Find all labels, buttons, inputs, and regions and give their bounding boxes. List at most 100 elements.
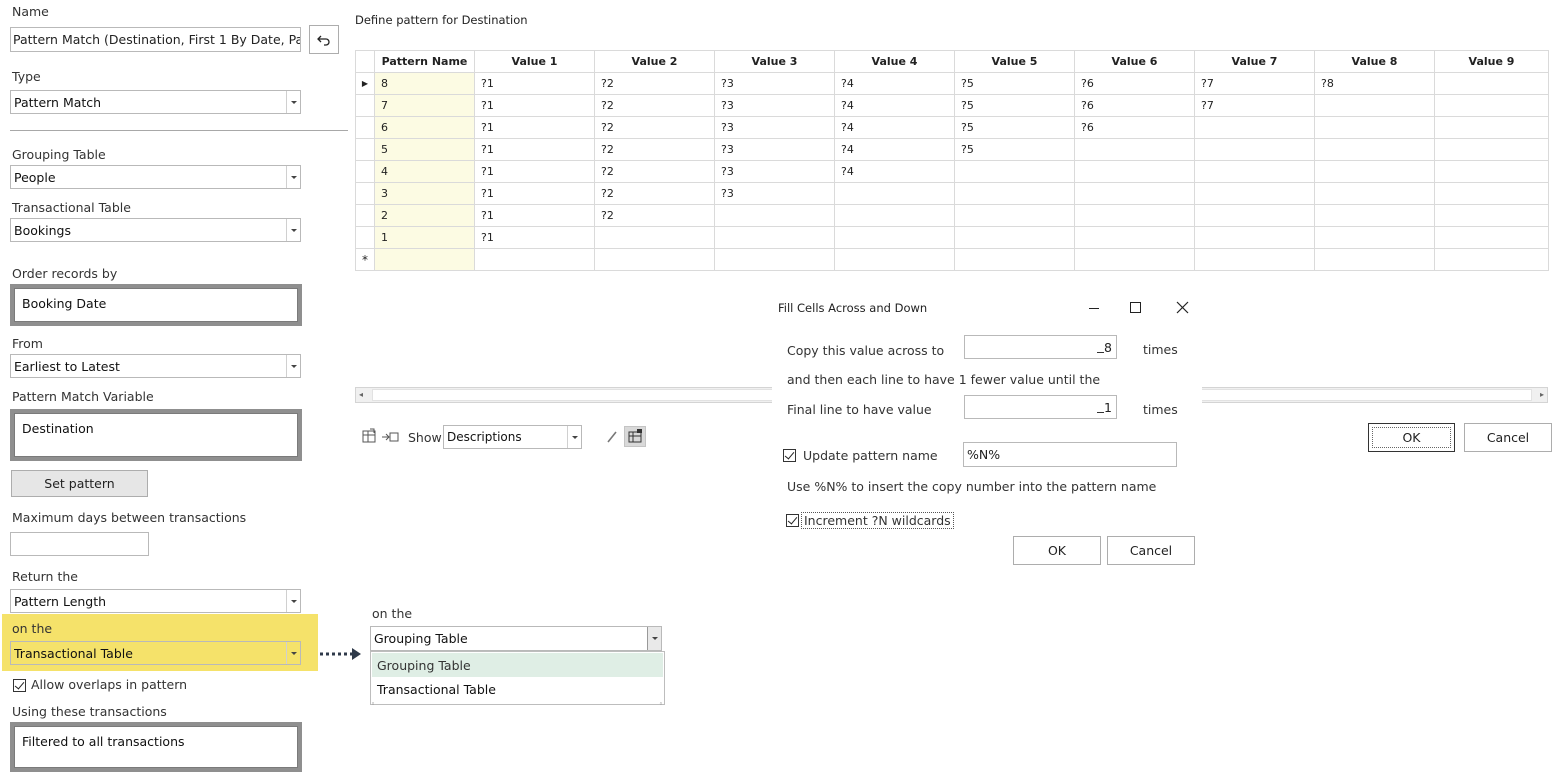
pattern-variable-box[interactable]: Destination xyxy=(10,409,302,461)
name-input[interactable]: Pattern Match (Destination, First 1 By D… xyxy=(10,27,301,52)
value-cell[interactable]: ?8 xyxy=(1314,72,1435,95)
table-row[interactable]: 4 ?1 ?2 ?3 ?4 xyxy=(355,160,1549,183)
order-records-box[interactable]: Booking Date xyxy=(10,284,302,326)
value-cell[interactable] xyxy=(1314,160,1435,183)
value-cell[interactable]: ?2 xyxy=(594,182,715,205)
column-header[interactable]: Value 5 xyxy=(954,50,1075,73)
empty-cell[interactable] xyxy=(1434,248,1549,271)
value-cell[interactable] xyxy=(594,226,715,249)
value-cell[interactable] xyxy=(1314,116,1435,139)
table-row[interactable]: 3 ?1 ?2 ?3 xyxy=(355,182,1549,205)
dialog-ok-button[interactable]: OK xyxy=(1013,536,1101,565)
column-header[interactable]: Value 7 xyxy=(1194,50,1315,73)
table-row[interactable]: 7 ?1 ?2 ?3 ?4 ?5 ?6 ?7 xyxy=(355,94,1549,117)
empty-cell[interactable] xyxy=(954,248,1075,271)
empty-cell[interactable] xyxy=(474,248,595,271)
pattern-name-cell[interactable]: 1 xyxy=(374,226,475,249)
empty-cell[interactable] xyxy=(714,248,835,271)
column-header[interactable]: Value 4 xyxy=(834,50,955,73)
value-cell[interactable]: ?2 xyxy=(594,116,715,139)
show-select[interactable]: Descriptions xyxy=(443,425,582,449)
value-cell[interactable]: ?4 xyxy=(834,138,955,161)
pattern-name-cell[interactable]: 6 xyxy=(374,116,475,139)
callout-select[interactable]: Grouping Table xyxy=(370,626,662,651)
column-header[interactable]: Value 9 xyxy=(1434,50,1549,73)
dropdown-option[interactable]: Transactional Table xyxy=(372,677,663,701)
pattern-name-cell[interactable]: 8 xyxy=(374,72,475,95)
grid-ok-button[interactable]: OK xyxy=(1368,423,1455,452)
value-cell[interactable] xyxy=(954,226,1075,249)
layout-toggle-button[interactable] xyxy=(624,426,646,447)
dropdown-option[interactable]: Grouping Table xyxy=(372,653,663,677)
value-cell[interactable]: ?1 xyxy=(474,116,595,139)
new-row[interactable]: * xyxy=(355,248,1549,271)
row-indicator[interactable] xyxy=(355,204,375,227)
pattern-name-cell[interactable]: 3 xyxy=(374,182,475,205)
pattern-name-cell[interactable]: 5 xyxy=(374,138,475,161)
value-cell[interactable] xyxy=(1434,116,1549,139)
value-cell[interactable]: ?1 xyxy=(474,160,595,183)
value-cell[interactable] xyxy=(1434,226,1549,249)
value-cell[interactable] xyxy=(1074,204,1195,227)
row-indicator[interactable] xyxy=(355,182,375,205)
dialog-cancel-button[interactable]: Cancel xyxy=(1107,536,1195,565)
value-cell[interactable] xyxy=(1314,226,1435,249)
grid-cancel-button[interactable]: Cancel xyxy=(1464,423,1552,452)
table-row[interactable]: 1 ?1 xyxy=(355,226,1549,249)
value-cell[interactable] xyxy=(1074,182,1195,205)
value-cell[interactable]: ?4 xyxy=(834,94,955,117)
column-header[interactable]: Pattern Name xyxy=(374,50,475,73)
value-cell[interactable] xyxy=(1434,72,1549,95)
value-cell[interactable]: ?2 xyxy=(594,138,715,161)
allow-overlaps-checkbox[interactable] xyxy=(13,679,26,692)
from-select[interactable]: Earliest to Latest xyxy=(10,354,301,378)
value-cell[interactable]: ?1 xyxy=(474,138,595,161)
close-icon[interactable] xyxy=(1176,301,1189,314)
value-cell[interactable]: ?3 xyxy=(714,72,835,95)
value-cell[interactable]: ?6 xyxy=(1074,94,1195,117)
column-header[interactable]: Value 1 xyxy=(474,50,595,73)
row-indicator[interactable] xyxy=(355,138,375,161)
transactional-table-select[interactable]: Bookings xyxy=(10,218,301,242)
value-cell[interactable] xyxy=(834,226,955,249)
value-cell[interactable]: ?6 xyxy=(1074,72,1195,95)
value-cell[interactable] xyxy=(954,160,1075,183)
value-cell[interactable]: ?2 xyxy=(594,204,715,227)
value-cell[interactable]: ?2 xyxy=(594,94,715,117)
row-indicator[interactable] xyxy=(355,226,375,249)
table-row[interactable]: 5 ?1 ?2 ?3 ?4 ?5 xyxy=(355,138,1549,161)
insert-column-icon[interactable] xyxy=(381,430,399,444)
empty-cell[interactable] xyxy=(374,248,475,271)
value-cell[interactable]: ?4 xyxy=(834,116,955,139)
table-row[interactable]: 2 ?1 ?2 xyxy=(355,204,1549,227)
value-cell[interactable] xyxy=(954,182,1075,205)
set-pattern-button[interactable]: Set pattern xyxy=(11,470,148,497)
pencil-icon[interactable] xyxy=(606,430,618,444)
row-indicator[interactable] xyxy=(355,116,375,139)
value-cell[interactable]: ?1 xyxy=(474,226,595,249)
pattern-name-input[interactable]: %N% xyxy=(963,442,1177,467)
type-select[interactable]: Pattern Match xyxy=(10,90,301,114)
row-indicator[interactable] xyxy=(355,94,375,117)
value-cell[interactable] xyxy=(1074,138,1195,161)
fill-cells-icon[interactable] xyxy=(361,428,377,444)
undo-button[interactable] xyxy=(309,25,339,54)
value-cell[interactable]: ?2 xyxy=(594,160,715,183)
value-cell[interactable] xyxy=(1434,182,1549,205)
column-header[interactable]: Value 8 xyxy=(1314,50,1435,73)
value-cell[interactable]: ?3 xyxy=(714,116,835,139)
value-cell[interactable] xyxy=(834,182,955,205)
update-name-checkbox[interactable] xyxy=(783,449,796,462)
value-cell[interactable]: ?5 xyxy=(954,72,1075,95)
value-cell[interactable]: ?3 xyxy=(714,160,835,183)
copy-across-input[interactable]: 8 xyxy=(964,335,1117,359)
value-cell[interactable] xyxy=(1314,204,1435,227)
value-cell[interactable]: ?4 xyxy=(834,72,955,95)
value-cell[interactable]: ?5 xyxy=(954,116,1075,139)
increment-wildcards-checkbox[interactable] xyxy=(786,514,799,527)
value-cell[interactable] xyxy=(1434,94,1549,117)
column-header[interactable]: Value 2 xyxy=(594,50,715,73)
value-cell[interactable]: ?1 xyxy=(474,204,595,227)
empty-cell[interactable] xyxy=(1074,248,1195,271)
value-cell[interactable]: ?1 xyxy=(474,94,595,117)
